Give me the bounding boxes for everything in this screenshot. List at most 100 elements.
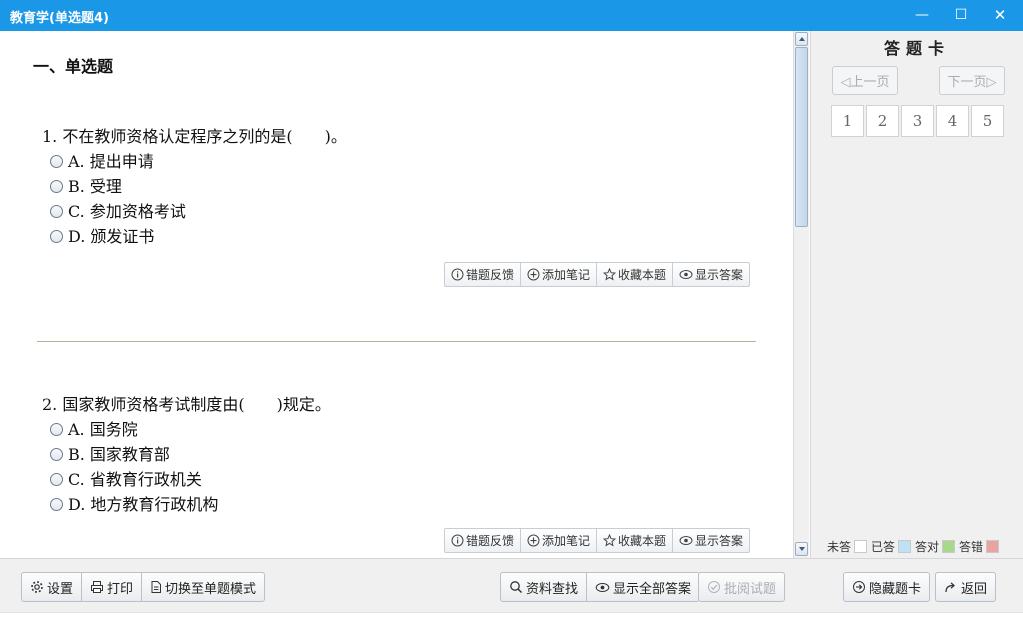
maximize-button[interactable]: ☐ (941, 0, 981, 31)
favorite-label: 收藏本题 (618, 534, 667, 548)
radio-button[interactable] (50, 155, 63, 168)
radio-button[interactable] (50, 498, 63, 511)
answer-legend: 未答 已答 答对 答错 (827, 538, 1003, 555)
scroll-up-button[interactable] (795, 32, 808, 46)
back-button[interactable]: 返回 (936, 573, 995, 601)
add-note-button[interactable]: 添加笔记 (521, 263, 598, 286)
answer-card-panel: 答题卡 ◁上一页 下一页▷ 1 2 3 4 5 未答 已答 答对 答错 (810, 31, 1023, 558)
option-a[interactable]: A. 国务院 (50, 416, 138, 439)
middle-button-group: 资料查找 显示全部答案 (500, 572, 701, 602)
radio-button[interactable] (50, 230, 63, 243)
printer-icon (91, 581, 104, 593)
feedback-button[interactable]: 错题反馈 (445, 529, 522, 552)
legend-label: 答对 (915, 540, 940, 554)
minimize-icon: — (915, 7, 929, 23)
radio-button[interactable] (50, 205, 63, 218)
legend-swatch (854, 540, 868, 553)
answer-card-item-5[interactable]: 5 (971, 105, 1004, 137)
check-circle-icon (708, 581, 720, 593)
eye-icon (679, 536, 693, 545)
favorite-label: 收藏本题 (618, 268, 667, 282)
show-answer-label: 显示答案 (695, 534, 744, 548)
document-icon (151, 581, 162, 593)
legend-unanswered: 未答 (827, 538, 868, 555)
single-mode-label: 切换至单题模式 (165, 581, 257, 597)
search-label: 资料查找 (526, 581, 579, 597)
scroll-thumb[interactable] (795, 47, 808, 227)
radio-button[interactable] (50, 473, 63, 486)
review-button[interactable]: 批阅试题 (699, 573, 784, 601)
plus-circle-icon (527, 268, 540, 281)
feedback-label: 错题反馈 (466, 534, 515, 548)
show-answer-button[interactable]: 显示答案 (673, 529, 749, 552)
share-arrow-icon (945, 582, 955, 593)
legend-answered: 已答 (871, 538, 912, 555)
arrow-right-circle-icon (853, 581, 865, 593)
settings-button[interactable]: 设置 (22, 573, 83, 601)
answer-card-item-3[interactable]: 3 (901, 105, 934, 137)
search-icon (510, 581, 523, 594)
option-a[interactable]: A. 提出申请 (50, 148, 154, 171)
legend-wrong: 答错 (959, 538, 1000, 555)
add-note-label: 添加笔记 (542, 534, 591, 548)
add-note-label: 添加笔记 (542, 268, 591, 282)
info-icon (451, 534, 464, 547)
next-page-button[interactable]: 下一页▷ (939, 66, 1005, 95)
search-button[interactable]: 资料查找 (501, 573, 588, 601)
title-bar: 教育学(单选题4) — ☐ ✕ (0, 0, 1023, 31)
eye-icon (595, 582, 610, 592)
option-d[interactable]: D. 颁发证书 (50, 223, 154, 246)
status-strip (0, 612, 1023, 637)
add-note-button[interactable]: 添加笔记 (521, 529, 598, 552)
settings-label: 设置 (47, 581, 74, 597)
favorite-button[interactable]: 收藏本题 (597, 529, 674, 552)
close-button[interactable]: ✕ (980, 0, 1020, 31)
show-answer-button[interactable]: 显示答案 (673, 263, 749, 286)
legend-label: 答错 (959, 540, 984, 554)
info-icon (451, 268, 464, 281)
print-label: 打印 (107, 581, 134, 597)
window-title: 教育学(单选题4) (10, 11, 109, 26)
star-icon (603, 534, 617, 547)
answer-card-item-2[interactable]: 2 (866, 105, 899, 137)
bottom-toolbar: 设置 打印 切换至单题模式 资料查找 显示全部答案 批阅试题 隐藏题卡 返回 (0, 558, 1023, 612)
arrow-up-icon (799, 37, 805, 41)
legend-swatch (986, 540, 1000, 553)
scroll-down-button[interactable] (795, 542, 808, 556)
option-c[interactable]: C. 参加资格考试 (50, 198, 186, 221)
answer-card-item-1[interactable]: 1 (831, 105, 864, 137)
question-tools: 错题反馈 添加笔记 收藏本题 显示答案 (444, 528, 751, 553)
star-icon (603, 268, 617, 281)
feedback-label: 错题反馈 (466, 268, 515, 282)
option-b[interactable]: B. 受理 (50, 173, 122, 196)
show-all-answers-button[interactable]: 显示全部答案 (587, 573, 699, 601)
option-label: A. 国务院 (68, 420, 138, 439)
answer-card-item-4[interactable]: 4 (936, 105, 969, 137)
show-all-label: 显示全部答案 (613, 581, 692, 597)
eye-icon (679, 270, 693, 279)
back-button-group: 返回 (935, 572, 997, 602)
print-button[interactable]: 打印 (82, 573, 143, 601)
option-b[interactable]: B. 国家教育部 (50, 441, 170, 464)
option-d[interactable]: D. 地方教育行政机构 (50, 491, 218, 514)
radio-button[interactable] (50, 448, 63, 461)
hide-card-button[interactable]: 隐藏题卡 (844, 573, 929, 601)
single-mode-button[interactable]: 切换至单题模式 (142, 573, 264, 601)
hide-card-button-group: 隐藏题卡 (843, 572, 931, 602)
radio-button[interactable] (50, 180, 63, 193)
vertical-scrollbar[interactable] (793, 31, 809, 558)
prev-page-button[interactable]: ◁上一页 (832, 66, 898, 95)
gear-icon (31, 581, 43, 593)
option-label: A. 提出申请 (68, 152, 154, 171)
back-label: 返回 (961, 581, 988, 597)
option-label: B. 国家教育部 (68, 445, 170, 464)
answer-card-title: 答题卡 (883, 39, 950, 58)
feedback-button[interactable]: 错题反馈 (445, 263, 522, 286)
legend-label: 未答 (827, 540, 852, 554)
favorite-button[interactable]: 收藏本题 (597, 263, 674, 286)
option-c[interactable]: C. 省教育行政机关 (50, 466, 202, 489)
radio-button[interactable] (50, 423, 63, 436)
minimize-button[interactable]: — (902, 0, 942, 31)
legend-swatch (898, 540, 912, 553)
legend-label: 已答 (871, 540, 896, 554)
